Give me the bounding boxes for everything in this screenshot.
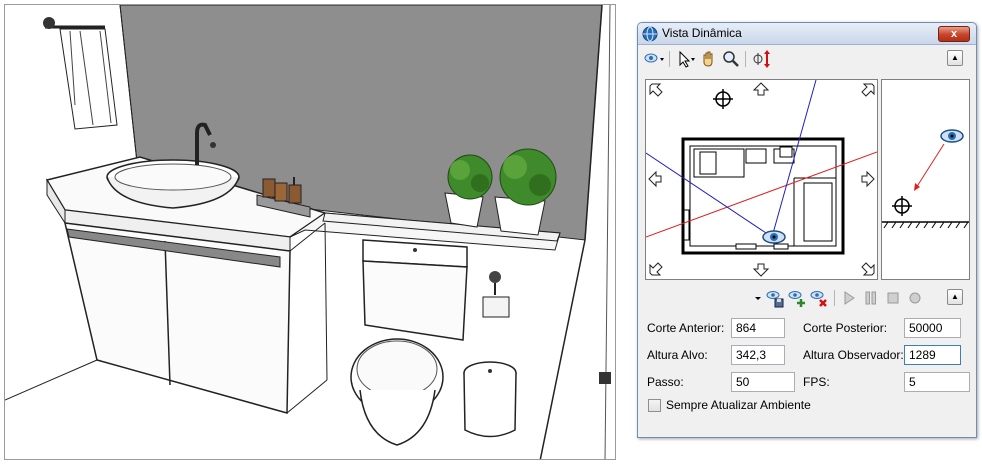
sempre-atualizar-checkbox[interactable]: [648, 399, 661, 412]
pointer-icon[interactable]: [675, 49, 697, 69]
close-button[interactable]: x: [938, 26, 970, 42]
zoom-icon[interactable]: [721, 49, 741, 69]
panel-title: Vista Dinâmica: [662, 26, 742, 40]
save-camera-icon[interactable]: [765, 288, 785, 308]
toolbar-separator: [745, 51, 746, 67]
pan-hand-icon[interactable]: [699, 49, 719, 69]
app-viewport: Vista Dinâmica x ▲ ▲ Corte Anterior: 864…: [0, 0, 982, 465]
play-icon[interactable]: [839, 288, 859, 308]
camera-eye-icon: [940, 129, 964, 143]
pan-arrow-s-icon: [752, 263, 770, 277]
camera-dropdown-icon[interactable]: [753, 288, 763, 308]
corte-posterior-field[interactable]: 50000: [904, 318, 961, 338]
settings-form: Corte Anterior: 864 Corte Posterior: 500…: [638, 313, 976, 433]
pan-arrow-w-icon: [648, 170, 662, 188]
pan-arrow-nw-icon: [649, 83, 663, 97]
pan-arrow-ne-icon: [861, 83, 875, 97]
record-icon[interactable]: [905, 288, 925, 308]
3d-viewport[interactable]: [4, 4, 616, 460]
corte-anterior-label: Corte Anterior:: [647, 321, 725, 335]
toolbar: ▲: [641, 48, 975, 70]
collapse-controls-button[interactable]: ▲: [947, 289, 963, 305]
passo-label: Passo:: [647, 375, 684, 389]
stop-icon[interactable]: [883, 288, 903, 308]
camera-eye-icon: [762, 230, 786, 244]
fps-field[interactable]: 5: [904, 372, 970, 392]
toolbar-separator: [669, 51, 670, 67]
dynamic-view-panel: Vista Dinâmica x ▲ ▲ Corte Anterior: 864…: [637, 22, 977, 438]
eye-camera-icon[interactable]: [643, 49, 665, 69]
altura-alvo-label: Altura Alvo:: [647, 348, 708, 362]
plan-view-canvas: [645, 79, 878, 277]
sempre-atualizar-label[interactable]: Sempre Atualizar Ambiente: [666, 398, 811, 412]
corte-anterior-field[interactable]: 864: [731, 318, 785, 338]
target-crosshair-icon: [892, 196, 912, 216]
add-camera-icon[interactable]: [787, 288, 807, 308]
pause-icon[interactable]: [861, 288, 881, 308]
panel-titlebar[interactable]: Vista Dinâmica x: [638, 23, 976, 45]
side-view[interactable]: [881, 79, 970, 280]
side-view-canvas: [882, 129, 969, 229]
bathroom-render: [5, 5, 611, 459]
collapse-toolbar-button[interactable]: ▲: [947, 50, 963, 66]
pan-arrow-sw-icon: [649, 262, 663, 276]
delete-camera-icon[interactable]: [809, 288, 829, 308]
altura-observador-field[interactable]: 1289: [904, 345, 961, 365]
pan-arrow-se-icon: [861, 262, 875, 276]
target-crosshair-icon: [713, 89, 733, 109]
pan-arrow-e-icon: [861, 170, 875, 188]
globe-eye-icon: [642, 26, 658, 42]
pan-arrow-n-icon: [752, 82, 770, 96]
passo-field[interactable]: 50: [731, 372, 795, 392]
plan-view[interactable]: [645, 79, 878, 280]
altura-alvo-field[interactable]: 342,3: [731, 345, 785, 365]
fps-label: FPS:: [803, 375, 830, 389]
height-adjust-icon[interactable]: [751, 49, 773, 69]
corte-posterior-label: Corte Posterior:: [803, 321, 888, 335]
toolbar-separator: [834, 290, 835, 306]
altura-observador-label: Altura Observador:: [803, 348, 904, 362]
camera-controls-bar: ▲: [641, 287, 975, 309]
